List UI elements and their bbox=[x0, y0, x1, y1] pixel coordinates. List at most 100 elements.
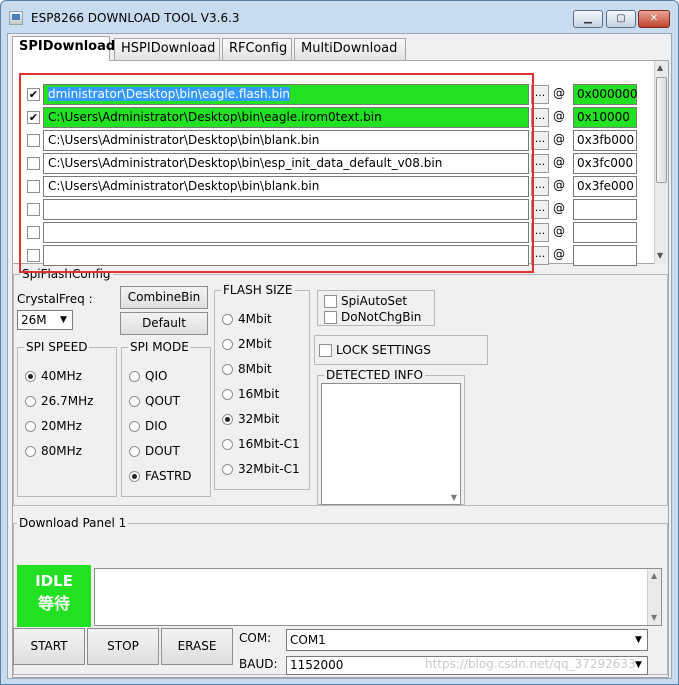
browse-button[interactable]: ... bbox=[531, 177, 549, 196]
file-path-input[interactable]: C:\Users\Administrator\Desktop\bin\eagle… bbox=[43, 107, 529, 128]
address-input[interactable]: 0x000000 bbox=[573, 84, 638, 105]
chevron-down-icon[interactable]: ▼ bbox=[56, 312, 71, 328]
chevron-down-icon[interactable]: ▼ bbox=[631, 632, 646, 648]
tab-hspidownload[interactable]: HSPIDownload bbox=[114, 38, 220, 60]
file-path-input[interactable]: dministrator\Desktop\bin\eagle.flash.bin bbox=[43, 84, 529, 105]
lock-settings-checkbox[interactable]: LOCK SETTINGS bbox=[318, 342, 431, 358]
address-input[interactable] bbox=[573, 245, 637, 266]
spi-mode-qio-radio[interactable]: QIO bbox=[127, 368, 167, 384]
crystal-freq-select[interactable]: 26M ▼ bbox=[17, 310, 73, 330]
flash-size-32mbit-c1-radio[interactable]: 32Mbit-C1 bbox=[220, 461, 300, 477]
maximize-button[interactable]: ▢ bbox=[606, 10, 636, 28]
spi-mode-dio-radio[interactable]: DIO bbox=[127, 418, 167, 434]
spidownload-panel: ✔ dministrator\Desktop\bin\eagle.flash.b… bbox=[12, 60, 669, 678]
download-panel-label: Download Panel 1 bbox=[17, 516, 129, 530]
spi-options-group: SpiAutoSet DoNotChgBin bbox=[317, 290, 435, 326]
com-value: COM1 bbox=[290, 633, 326, 647]
start-button[interactable]: START bbox=[13, 628, 85, 665]
file-row: C:\Users\Administrator\Desktop\bin\blank… bbox=[13, 129, 653, 152]
spi-auto-set-checkbox[interactable]: SpiAutoSet bbox=[323, 293, 407, 309]
default-button[interactable]: Default bbox=[120, 312, 208, 335]
flash-size-8mbit-radio[interactable]: 8Mbit bbox=[220, 361, 272, 377]
log-output[interactable]: ▲ ▼ bbox=[94, 568, 662, 626]
tab-spidownload[interactable]: SPIDownload bbox=[12, 36, 115, 61]
file-checkbox[interactable]: ✔ bbox=[27, 88, 40, 101]
scroll-down-icon[interactable]: ▼ bbox=[651, 613, 657, 622]
file-checkbox[interactable] bbox=[27, 157, 40, 170]
spi-speed-20mhz-radio[interactable]: 20MHz bbox=[23, 418, 82, 434]
flash-size-4mbit-radio[interactable]: 4Mbit bbox=[220, 311, 272, 327]
file-path-input[interactable]: C:\Users\Administrator\Desktop\bin\esp_i… bbox=[43, 153, 529, 174]
file-checkbox[interactable] bbox=[27, 203, 40, 216]
spi-speed-40mhz-radio[interactable]: 40MHz bbox=[23, 368, 82, 384]
address-input[interactable] bbox=[573, 222, 637, 243]
file-path-input[interactable] bbox=[43, 199, 529, 220]
crystal-freq-label: CrystalFreq : bbox=[17, 292, 93, 306]
spi-mode-fastrd-radio[interactable]: FASTRD bbox=[127, 468, 192, 484]
scroll-up-icon[interactable]: ▲ bbox=[651, 571, 657, 580]
stop-button[interactable]: STOP bbox=[87, 628, 159, 665]
browse-button[interactable]: ... bbox=[531, 85, 549, 104]
scroll-thumb[interactable] bbox=[656, 77, 667, 183]
log-scrollbar[interactable]: ▲ ▼ bbox=[647, 569, 661, 625]
address-input[interactable]: 0x3fe000 bbox=[573, 176, 637, 197]
tab-rfconfig[interactable]: RFConfig bbox=[222, 38, 292, 60]
file-checkbox[interactable]: ✔ bbox=[27, 111, 40, 124]
spi-mode-qout-radio[interactable]: QOUT bbox=[127, 393, 180, 409]
spi-speed-80mhz-radio[interactable]: 80MHz bbox=[23, 443, 82, 459]
at-label: @ bbox=[553, 224, 565, 238]
scroll-down-icon[interactable]: ▼ bbox=[451, 493, 457, 502]
spi-mode-dout-radio[interactable]: DOUT bbox=[127, 443, 180, 459]
client-area: SPIDownload HSPIDownload RFConfig MultiD… bbox=[7, 33, 672, 679]
scroll-up-icon[interactable]: ▲ bbox=[657, 63, 663, 72]
file-path-input[interactable]: C:\Users\Administrator\Desktop\bin\blank… bbox=[43, 176, 529, 197]
lock-settings-group: LOCK SETTINGS bbox=[314, 335, 488, 365]
crystal-freq-value: 26M bbox=[21, 313, 47, 327]
browse-button[interactable]: ... bbox=[531, 223, 549, 242]
at-label: @ bbox=[553, 178, 565, 192]
address-input[interactable]: 0x3fc000 bbox=[573, 153, 637, 174]
address-input[interactable]: 0x10000 bbox=[573, 107, 637, 128]
file-checkbox[interactable] bbox=[27, 134, 40, 147]
status-text-cn: 等待 bbox=[37, 594, 70, 613]
check-mark-icon: ✔ bbox=[28, 111, 39, 124]
file-checkbox[interactable] bbox=[27, 180, 40, 193]
flash-size-2mbit-radio[interactable]: 2Mbit bbox=[220, 336, 272, 352]
file-list-scrollbar[interactable]: ▲ ▼ bbox=[654, 61, 668, 264]
spi-mode-label: SPI MODE bbox=[128, 340, 191, 354]
flash-size-label: FLASH SIZE bbox=[221, 283, 295, 297]
browse-button[interactable]: ... bbox=[531, 246, 549, 265]
file-path-input[interactable] bbox=[43, 222, 529, 243]
at-label: @ bbox=[553, 201, 565, 215]
tab-multidownload[interactable]: MultiDownload bbox=[294, 38, 406, 60]
browse-button[interactable]: ... bbox=[531, 131, 549, 150]
address-input[interactable] bbox=[573, 199, 637, 220]
combine-bin-button[interactable]: CombineBin bbox=[120, 286, 208, 309]
detected-info-box[interactable]: ▼ bbox=[321, 383, 461, 505]
spi-speed-26mhz-radio[interactable]: 26.7MHz bbox=[23, 393, 93, 409]
do-not-chg-bin-checkbox[interactable]: DoNotChgBin bbox=[323, 309, 421, 325]
flash-size-32mbit-radio[interactable]: 32Mbit bbox=[220, 411, 279, 427]
flash-size-16mbit-radio[interactable]: 16Mbit bbox=[220, 386, 279, 402]
browse-button[interactable]: ... bbox=[531, 154, 549, 173]
file-path-input[interactable] bbox=[43, 245, 529, 266]
erase-button[interactable]: ERASE bbox=[161, 628, 233, 665]
title-bar[interactable]: ESP8266 DOWNLOAD TOOL V3.6.3 ▁ ▢ ✕ bbox=[1, 1, 678, 33]
at-label: @ bbox=[553, 132, 565, 146]
close-button[interactable]: ✕ bbox=[638, 10, 670, 28]
address-input[interactable]: 0x3fb000 bbox=[573, 130, 637, 151]
file-path-input[interactable]: C:\Users\Administrator\Desktop\bin\blank… bbox=[43, 130, 529, 151]
flash-size-16mbit-c1-radio[interactable]: 16Mbit-C1 bbox=[220, 436, 300, 452]
watermark-text: https://blog.csdn.net/qq_37292633 bbox=[425, 657, 636, 671]
baud-value: 1152000 bbox=[290, 658, 344, 672]
scroll-down-icon[interactable]: ▼ bbox=[657, 251, 663, 260]
file-checkbox[interactable] bbox=[27, 249, 40, 262]
file-row: ... @ bbox=[13, 221, 653, 244]
browse-button[interactable]: ... bbox=[531, 200, 549, 219]
browse-button[interactable]: ... bbox=[531, 108, 549, 127]
minimize-button[interactable]: ▁ bbox=[573, 10, 603, 28]
file-checkbox[interactable] bbox=[27, 226, 40, 239]
file-row: ... @ bbox=[13, 244, 653, 267]
file-row: ✔ dministrator\Desktop\bin\eagle.flash.b… bbox=[13, 83, 653, 106]
com-select[interactable]: COM1 ▼ bbox=[286, 629, 648, 651]
